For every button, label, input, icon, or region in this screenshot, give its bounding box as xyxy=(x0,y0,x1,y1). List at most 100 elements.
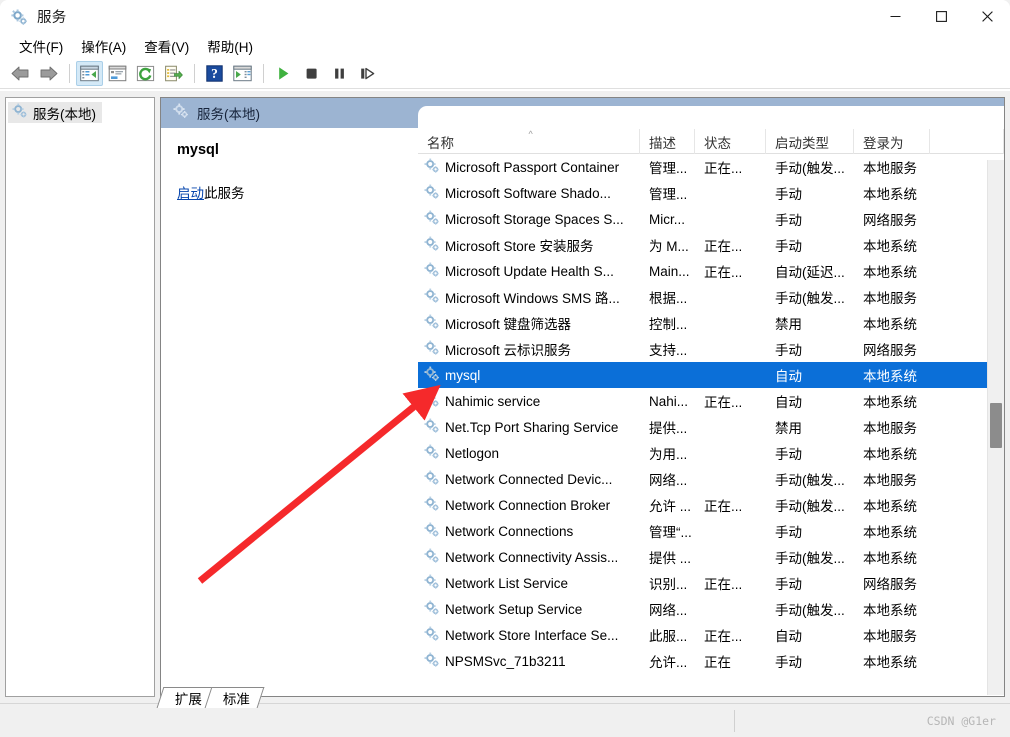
services-gear-icon xyxy=(424,158,440,177)
services-gear-icon xyxy=(424,236,440,255)
svg-text:?: ? xyxy=(211,66,218,81)
tree-node-services-local[interactable]: 服务(本地) xyxy=(8,102,102,123)
tab-standard[interactable]: 标准 xyxy=(204,687,265,708)
services-gear-icon xyxy=(424,444,440,463)
services-gear-icon xyxy=(424,314,440,333)
table-row[interactable]: NPSMSvc_71b3211 允许... 正在 手动 本地系统 xyxy=(418,648,1004,674)
table-row[interactable]: Network Connected Devic... 网络... 手动(触发... 本… xyxy=(418,466,1004,492)
table-row[interactable]: Microsoft 键盘筛选器 控制... 禁用 本地系统 xyxy=(418,310,1004,336)
close-button[interactable] xyxy=(964,0,1010,32)
column-header-description[interactable]: 描述 xyxy=(640,129,695,154)
table-row[interactable]: Nahimic service Nahi... 正在... 自动 本地系统 xyxy=(418,388,1004,414)
cell-startup-type: 手动 xyxy=(775,343,802,358)
menu-action[interactable]: 操作(A) xyxy=(72,34,135,58)
table-row[interactable]: Network Connection Broker 允许 ... 正在... 手动(触… xyxy=(418,492,1004,518)
refresh-icon[interactable] xyxy=(132,61,159,86)
cell-description: 识别... xyxy=(649,577,688,592)
cell-status: 正在... xyxy=(704,629,743,644)
cell-status: 正在... xyxy=(704,499,743,514)
cell-status: 正在... xyxy=(704,265,743,280)
table-row[interactable]: Netlogon 为用... 手动 本地系统 xyxy=(418,440,1004,466)
table-row[interactable]: Network Connectivity Assis... 提供 ... 手动(触发… xyxy=(418,544,1004,570)
table-row[interactable]: Microsoft Windows SMS 路... 根据... 手动(触发... 本… xyxy=(418,284,1004,310)
services-window: 服务 文件(F) 操作(A) 查看(V) 帮助(H) ? 服务(本地) 服务(本… xyxy=(0,0,1010,712)
column-header-logon-as[interactable]: 登录为 xyxy=(854,129,930,154)
cell-status xyxy=(695,310,766,336)
cell-name: Network Connected Devic... xyxy=(418,466,640,492)
list-rows: Microsoft Passport Container 管理... 正在... 手动… xyxy=(418,154,1004,674)
scrollbar-thumb[interactable] xyxy=(990,403,1002,448)
services-gear-icon xyxy=(424,548,440,567)
minimize-button[interactable] xyxy=(872,0,918,32)
maximize-button[interactable] xyxy=(918,0,964,32)
menu-help[interactable]: 帮助(H) xyxy=(198,34,262,58)
table-row[interactable]: Microsoft Software Shado... 管理... 手动 本地系统 xyxy=(418,180,1004,206)
cell-description: 为 M... xyxy=(649,239,689,254)
table-row[interactable]: Network Setup Service 网络... 手动(触发... 本地系统 xyxy=(418,596,1004,622)
table-row[interactable]: Microsoft Passport Container 管理... 正在... 手动… xyxy=(418,154,1004,180)
table-row[interactable]: Network Store Interface Se... 此服... 正在... 自… xyxy=(418,622,1004,648)
column-header-startup-type[interactable]: 启动类型 xyxy=(766,129,854,154)
menu-file[interactable]: 文件(F) xyxy=(10,34,72,58)
cell-name-label: Netlogon xyxy=(445,445,500,461)
cell-startup-type: 自动 xyxy=(775,395,802,410)
cell-status xyxy=(695,414,766,440)
services-gear-icon xyxy=(424,366,440,385)
cell-name: Microsoft 键盘筛选器 xyxy=(418,310,640,336)
status-segment-left xyxy=(0,709,735,732)
cell-description: 此服... xyxy=(649,629,688,644)
cell-name: Microsoft Update Health S... xyxy=(418,258,640,284)
help-icon[interactable]: ? xyxy=(201,61,228,86)
table-row[interactable]: Network Connections 管理“... 手动 本地系统 xyxy=(418,518,1004,544)
services-gear-icon xyxy=(424,210,440,229)
table-row[interactable]: Microsoft Update Health S... Main... 正在...… xyxy=(418,258,1004,284)
table-row[interactable]: Network List Service 识别... 正在... 手动 网络服务 xyxy=(418,570,1004,596)
cell-status: 正在 xyxy=(704,655,731,670)
services-gear-icon xyxy=(424,184,440,203)
table-row[interactable]: Microsoft Storage Spaces S... Micr... 手动 网络… xyxy=(418,206,1004,232)
cell-name: Microsoft Store 安装服务 xyxy=(418,232,640,258)
cell-name-label: Network Setup Service xyxy=(445,601,583,617)
cell-name-label: Microsoft Software Shado... xyxy=(445,185,611,201)
column-header-name[interactable]: ^ 名称 xyxy=(418,129,640,154)
show-action-pane-icon[interactable] xyxy=(229,61,256,86)
table-row[interactable]: Microsoft Store 安装服务 为 M... 正在... 手动 本地系统 xyxy=(418,232,1004,258)
table-row[interactable]: mysql 自动 本地系统 xyxy=(418,362,1004,388)
cell-description: 网络... xyxy=(649,473,688,488)
stop-service-icon[interactable] xyxy=(298,61,325,86)
restart-service-icon[interactable] xyxy=(354,61,381,86)
forward-icon[interactable] xyxy=(35,61,62,86)
table-row[interactable]: Net.Tcp Port Sharing Service 提供... 禁用 本地服务 xyxy=(418,414,1004,440)
table-row[interactable]: Microsoft 云标识服务 支持... 手动 网络服务 xyxy=(418,336,1004,362)
menu-view[interactable]: 查看(V) xyxy=(135,34,198,58)
cell-name: Netlogon xyxy=(418,440,640,466)
back-icon[interactable] xyxy=(7,61,34,86)
start-service-link[interactable]: 启动 xyxy=(177,186,204,201)
services-gear-icon xyxy=(424,288,440,307)
show-hide-tree-icon[interactable] xyxy=(76,61,103,86)
service-action-suffix: 此服务 xyxy=(204,186,245,201)
export-list-icon[interactable] xyxy=(160,61,187,86)
window-title: 服务 xyxy=(37,9,67,26)
list-vertical-scrollbar[interactable] xyxy=(987,160,1004,695)
cell-logon-as: 本地服务 xyxy=(863,473,917,488)
services-gear-icon xyxy=(424,522,440,541)
cell-description: 控制... xyxy=(649,317,688,332)
cell-logon-as: 网络服务 xyxy=(863,213,917,228)
properties-icon[interactable] xyxy=(104,61,131,86)
watermark: CSDN @G1er xyxy=(926,713,996,728)
cell-name-label: Network Connectivity Assis... xyxy=(445,549,619,565)
start-service-icon[interactable] xyxy=(270,61,297,86)
toolbar-separator xyxy=(69,64,70,83)
cell-status xyxy=(695,466,766,492)
cell-logon-as: 本地系统 xyxy=(863,187,917,202)
cell-startup-type: 自动(延迟... xyxy=(775,265,845,280)
pause-service-icon[interactable] xyxy=(326,61,353,86)
cell-status: 正在... xyxy=(704,239,743,254)
cell-name-label: Nahimic service xyxy=(445,393,541,409)
cell-startup-type: 手动 xyxy=(775,213,802,228)
cell-logon-as: 本地系统 xyxy=(863,369,917,384)
services-gear-icon xyxy=(424,652,440,671)
services-gear-icon xyxy=(12,103,28,122)
column-header-status[interactable]: 状态 xyxy=(695,129,766,154)
